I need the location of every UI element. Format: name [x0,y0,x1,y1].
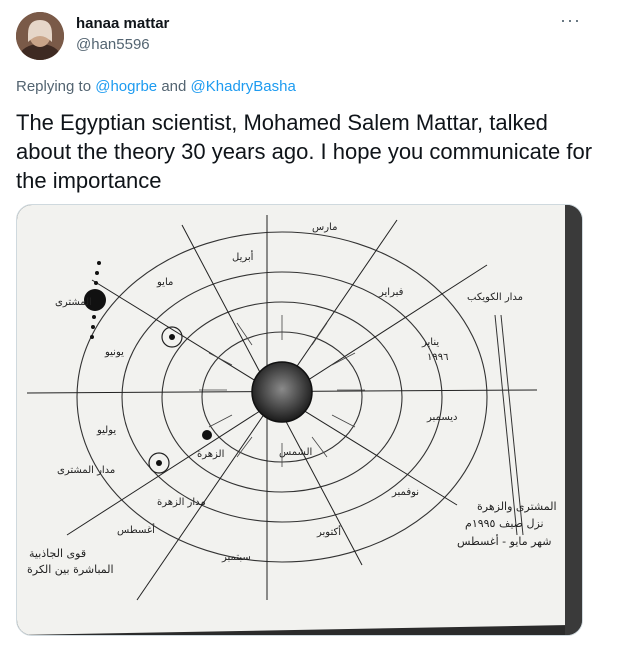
caption-line: المباشرة بين الكرة [27,563,114,576]
small-planet [202,430,212,440]
jupiter-label: المشترى [55,297,92,308]
replying-to-label: Replying to [16,78,96,95]
venus-label: الزهرة [197,449,224,460]
replying-to-line: Replying to @hogrbe and @KhadryBasha [16,78,296,95]
mention-link[interactable]: @hogrbe [95,78,157,95]
month-label: ديسمبر [426,412,457,423]
sun-label: الشمس [279,447,312,458]
display-name[interactable]: hanaa mattar [76,15,169,32]
month-label: يونيو [104,347,124,358]
venus-dot [156,460,162,466]
sun [251,361,313,423]
tweet-photo[interactable]: مارس أبريل مايو يونيو يوليو أغسطس سبتمبر… [16,204,583,636]
caption-line: شهر مايو - أغسطس [457,534,551,548]
month-label: سبتمبر [221,552,251,563]
orbit-label: مدار الزهرة [157,497,206,508]
month-label: مايو [156,277,173,288]
month-label: أكتوبر [316,525,341,538]
month-label: أغسطس [117,523,155,536]
month-label: يوليو [96,425,116,436]
venus-dot [169,334,175,340]
mention-link[interactable]: @KhadryBasha [191,78,296,95]
year-label: ١٩٩٦ [427,352,448,363]
month-label: يناير [421,337,439,348]
caption-line: المشترى والزهرة [477,500,557,513]
month-label: أبريل [232,250,254,263]
tweet-text: The Egyptian scientist, Mohamed Salem Ma… [16,110,593,193]
month-label: مارس [312,222,337,233]
reply-and-text: and [157,78,191,95]
more-options-icon[interactable]: ··· [560,10,581,31]
user-handle[interactable]: @han5596 [76,36,150,53]
caption-line: قوى الجاذبية [29,547,86,560]
paper-edge [565,205,582,635]
month-label: فبراير [378,287,404,298]
avatar[interactable] [16,12,64,60]
month-label: نوفمبر [391,487,419,498]
orbit-label: مدار المشترى [57,465,115,476]
comet-label: مدار الكويكب [467,292,523,303]
caption-line: نزل صيف ١٩٩٥م [465,517,544,530]
